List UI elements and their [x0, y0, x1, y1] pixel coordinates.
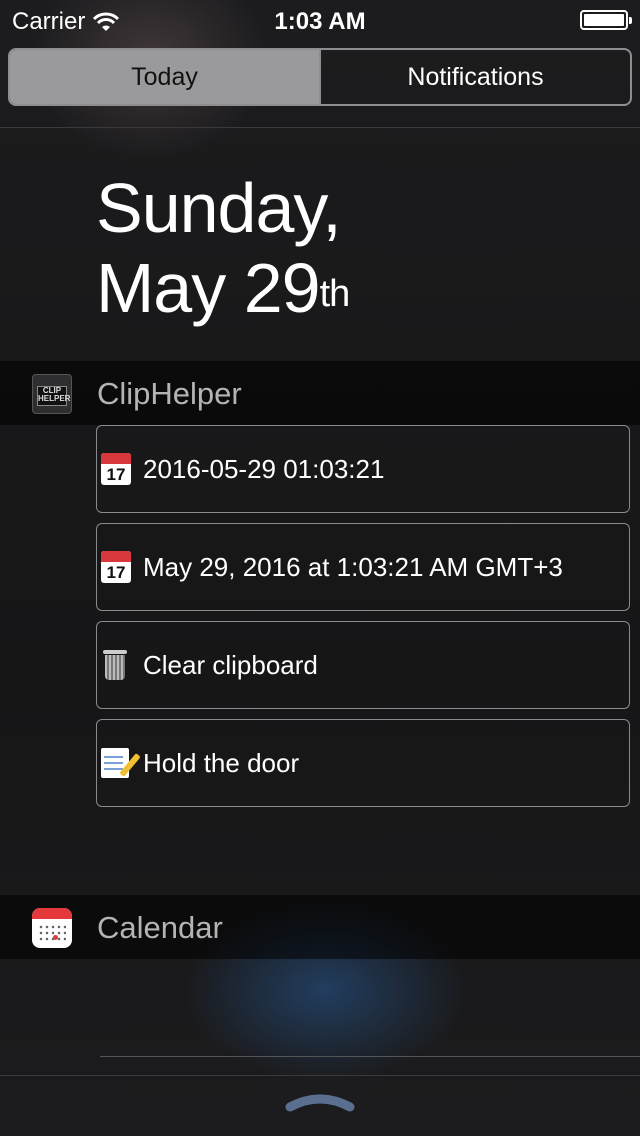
- battery-icon: [580, 10, 632, 30]
- widget-title-calendar: Calendar: [97, 910, 223, 945]
- cliphelper-icon-text: CLIP HELPER: [37, 386, 70, 406]
- divider: [0, 1075, 640, 1076]
- date-day: May 29th: [96, 248, 351, 328]
- clip-item-label: Clear clipboard: [143, 649, 318, 680]
- clip-item[interactable]: Clear clipboard: [96, 621, 630, 709]
- today-notifications-segmented-control: Today Notifications: [8, 48, 632, 106]
- calendar-app-icon: [32, 908, 72, 948]
- widget-title-cliphelper: ClipHelper: [97, 376, 242, 411]
- divider: [0, 127, 640, 128]
- widget-header-calendar[interactable]: Calendar: [0, 895, 640, 959]
- clip-item[interactable]: Hold the door: [96, 719, 630, 807]
- date-ordinal-suffix: th: [319, 273, 351, 315]
- divider: [100, 1056, 640, 1057]
- trash-can-icon: [103, 650, 127, 680]
- clip-item-label: 2016-05-29 01:03:21: [143, 453, 385, 484]
- tab-notifications[interactable]: Notifications: [321, 50, 630, 104]
- tab-today[interactable]: Today: [10, 50, 321, 104]
- grabber-handle-icon[interactable]: [284, 1093, 356, 1113]
- date-header: Sunday, May 29th: [96, 168, 351, 328]
- clip-item[interactable]: 17 May 29, 2016 at 1:03:21 AM GMT+3: [96, 523, 630, 611]
- widget-header-cliphelper[interactable]: CLIP HELPER ClipHelper: [0, 361, 640, 425]
- cliphelper-app-icon: CLIP HELPER: [32, 374, 72, 414]
- status-time: 1:03 AM: [274, 8, 366, 35]
- clip-item[interactable]: 17 2016-05-29 01:03:21: [96, 425, 630, 513]
- memo-pencil-icon: [101, 748, 141, 778]
- clip-item-label: May 29, 2016 at 1:03:21 AM GMT+3: [143, 551, 563, 582]
- status-bar: Carrier 1:03 AM: [0, 0, 640, 40]
- calendar-emoji-icon: 17: [101, 453, 131, 485]
- date-weekday: Sunday,: [96, 169, 342, 247]
- date-month-day: May 29: [96, 249, 321, 327]
- clip-item-label: Hold the door: [143, 747, 300, 778]
- calendar-emoji-icon: 17: [101, 551, 131, 583]
